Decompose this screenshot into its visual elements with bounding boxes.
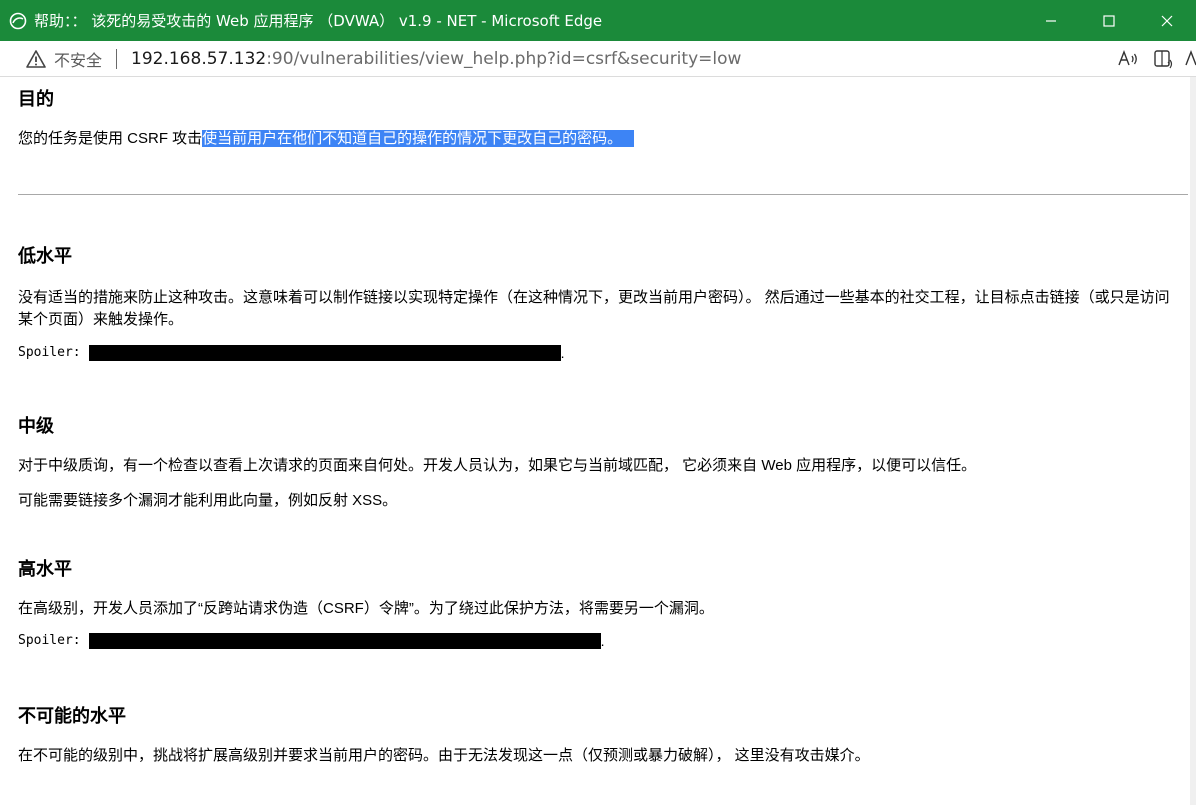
address-bar: 不安全 192.168.57.132:90/vulnerabilities/vi… xyxy=(0,41,1196,77)
low-spoiler: Spoiler: . xyxy=(18,344,1182,362)
low-spoiler-redacted[interactable] xyxy=(88,345,561,361)
objective-text: 您的任务是使用 CSRF 攻击使当前用户在他们不知道自己的操作的情况下更改自己的… xyxy=(18,128,1182,150)
window-controls xyxy=(1022,0,1196,41)
section-heading-high: 高水平 xyxy=(18,559,72,579)
title-bar[interactable]: 帮助：： 该死的易受攻击的 Web 应用程序 （DVWA） v1.9 - NET… xyxy=(0,0,1196,41)
section-heading-objective: 目的 xyxy=(18,89,54,109)
section-heading-medium: 中级 xyxy=(18,416,54,436)
app-logo-icon xyxy=(8,11,28,31)
low-spoiler-end: . xyxy=(560,345,565,361)
high-level-text: 在高级别，开发人员添加了“反跨站请求伪造（CSRF）令牌”。为了绕过此保护方法，… xyxy=(18,600,714,617)
maximize-button[interactable] xyxy=(1080,0,1138,41)
section-heading-impossible: 不可能的水平 xyxy=(18,706,126,726)
minimize-button[interactable] xyxy=(1022,0,1080,41)
objective-text-plain: 您的任务是使用 CSRF 攻击 xyxy=(18,130,203,147)
url-host: 192.168.57.132 xyxy=(131,48,267,69)
font-size-icon xyxy=(1185,49,1196,65)
read-aloud-button[interactable] xyxy=(1110,41,1146,77)
browser-window: 帮助：： 该死的易受攻击的 Web 应用程序 （DVWA） v1.9 - NET… xyxy=(0,0,1196,805)
warning-triangle-icon[interactable] xyxy=(26,49,46,69)
low-spoiler-label: Spoiler: xyxy=(18,345,81,360)
maximize-icon xyxy=(1103,14,1115,27)
immersive-reader-button[interactable] xyxy=(1146,41,1182,77)
url-path: :90/vulnerabilities/view_help.php?id=csr… xyxy=(266,48,742,69)
high-spoiler-label: Spoiler: xyxy=(18,633,81,648)
read-aloud-icon xyxy=(1118,49,1137,65)
overflow-toolbar-button[interactable] xyxy=(1182,41,1196,77)
high-spoiler: Spoiler: . xyxy=(18,632,1182,650)
page-content: 目的 您的任务是使用 CSRF 攻击使当前用户在他们不知道自己的操作的情况下更改… xyxy=(0,77,1190,805)
low-level-text: 没有适当的措施来防止这种攻击。这意味着可以制作链接以实现特定操作（在这种情况下，… xyxy=(18,289,1170,328)
address-separator xyxy=(116,48,118,69)
high-spoiler-redacted[interactable] xyxy=(88,633,601,649)
high-spoiler-end: . xyxy=(600,633,605,649)
impossible-level-text: 在不可能的级别中，挑战将扩展高级别并要求当前用户的密码。由于无法发现这一点（仅预… xyxy=(18,747,870,764)
medium-level-text-1: 对于中级质询，有一个检查以查看上次请求的页面来自何处。开发人员认为，如果它与当前… xyxy=(18,457,977,474)
minimize-icon xyxy=(1046,19,1056,22)
close-icon xyxy=(1161,15,1173,26)
medium-level-text-2: 可能需要链接多个漏洞才能利用此向量，例如反射 XSS。 xyxy=(18,492,398,509)
vertical-scrollbar[interactable] xyxy=(1190,77,1196,805)
section-heading-low: 低水平 xyxy=(18,246,72,266)
objective-text-selected[interactable]: 使当前用户在他们不知道自己的操作的情况下更改自己的密码。 xyxy=(202,130,623,147)
close-button[interactable] xyxy=(1138,0,1196,41)
address-tools xyxy=(1110,41,1196,77)
url-field[interactable]: 192.168.57.132:90/vulnerabilities/view_h… xyxy=(131,49,1110,69)
window-title: 帮助：： 该死的易受攻击的 Web 应用程序 （DVWA） v1.9 - NET… xyxy=(34,12,603,30)
immersive-reader-icon xyxy=(1154,49,1173,68)
security-status-label[interactable]: 不安全 xyxy=(54,47,102,71)
